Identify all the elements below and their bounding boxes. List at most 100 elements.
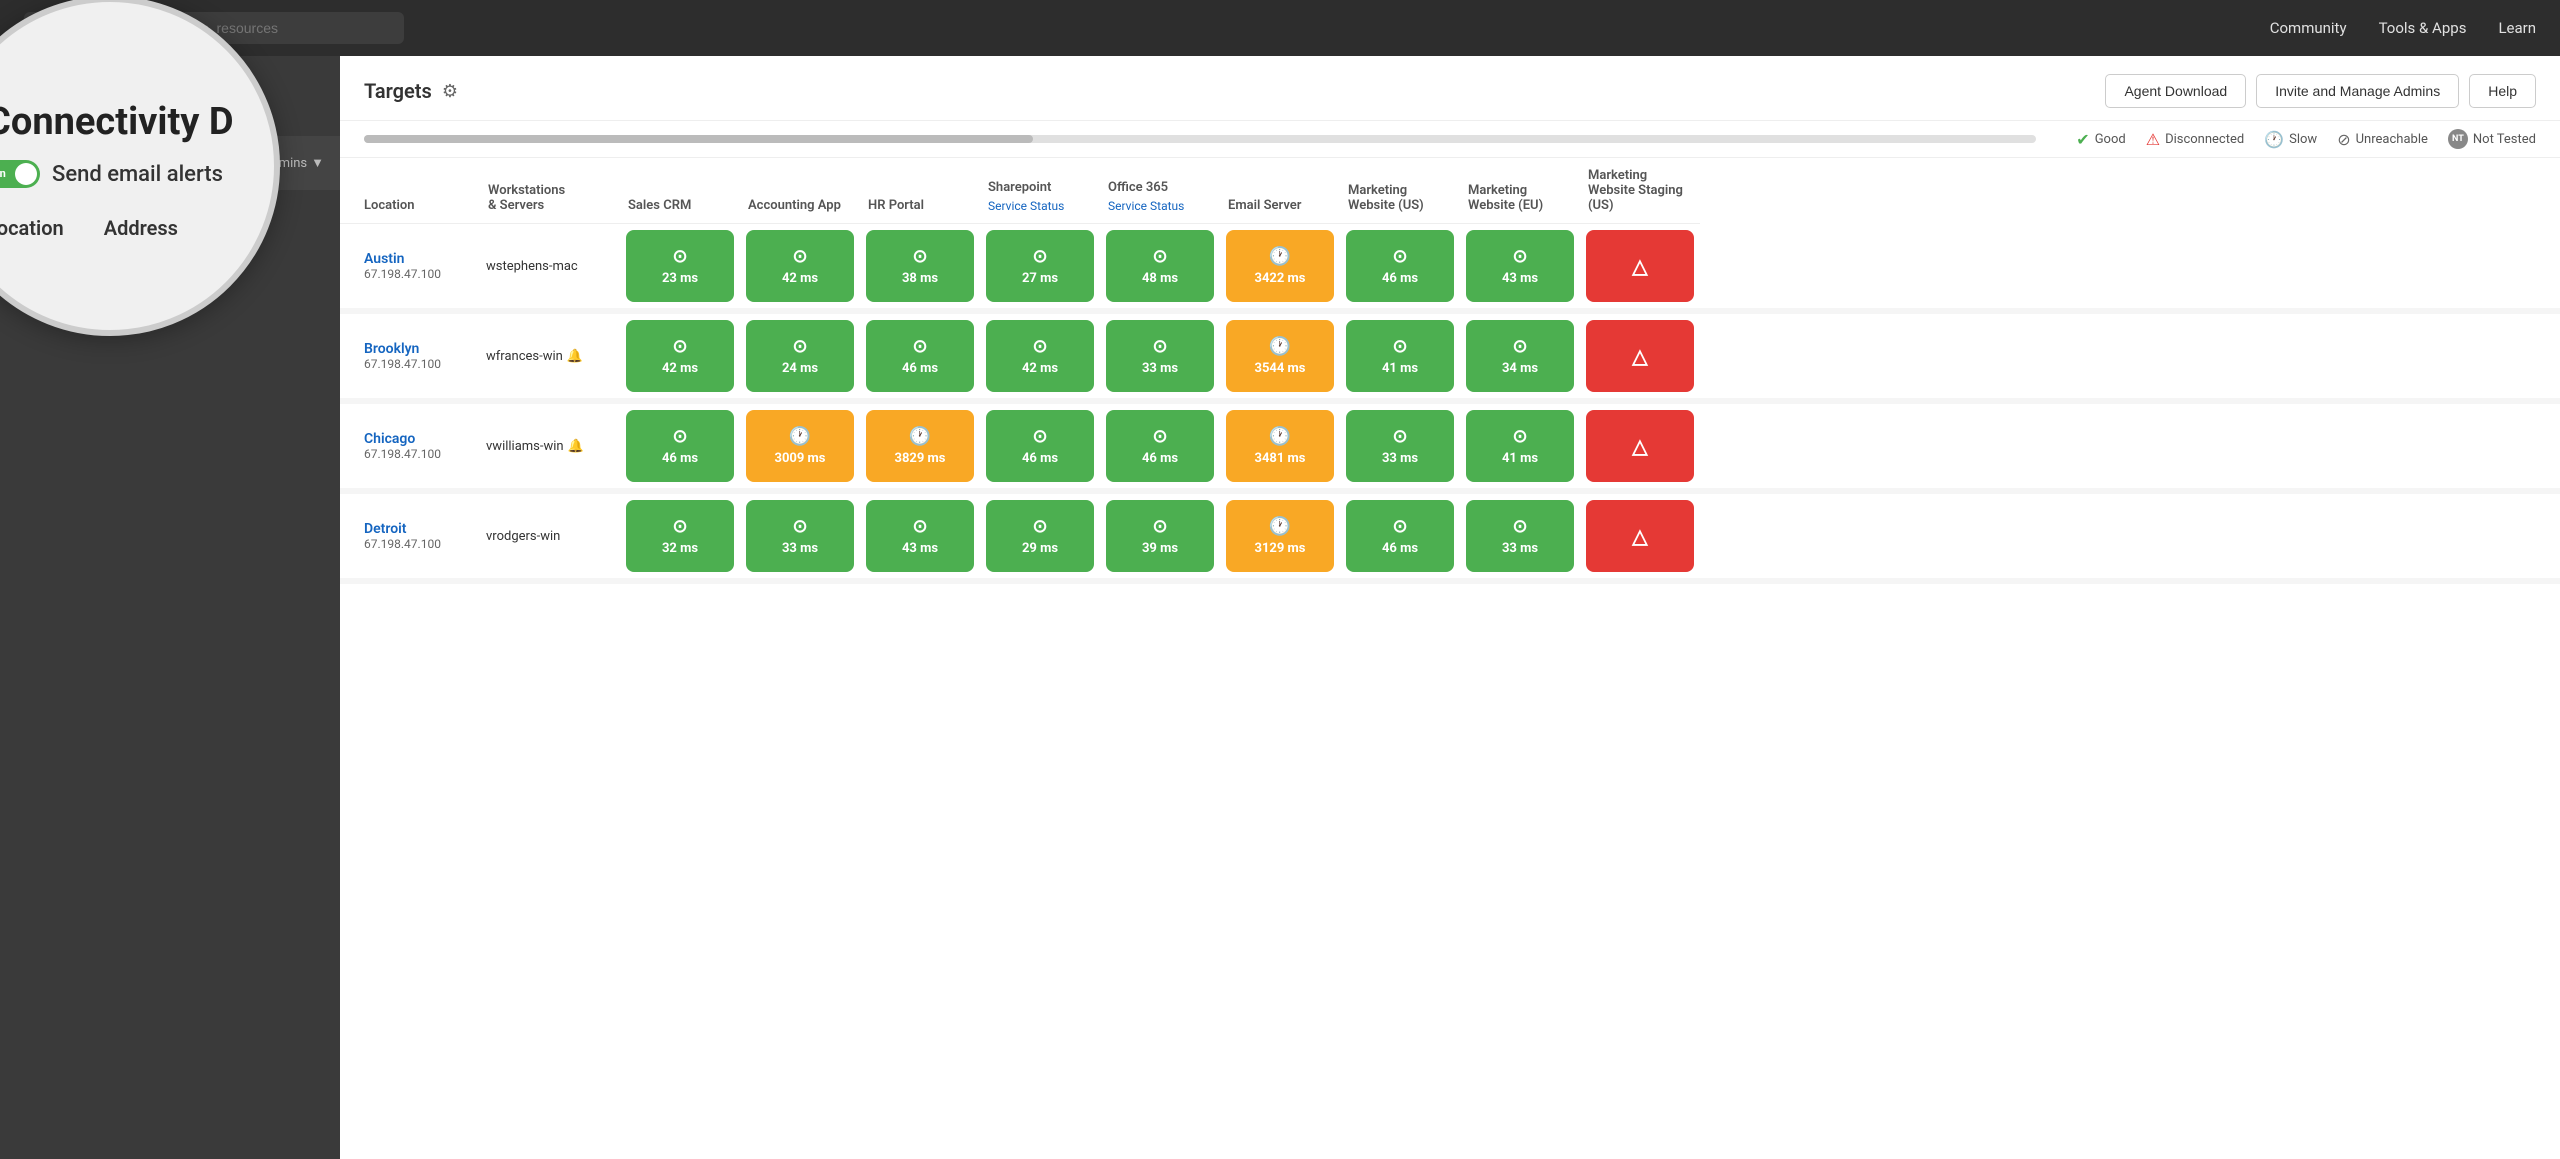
status-cell-yellow[interactable]: 🕐 3009 ms (746, 410, 854, 482)
target-cell[interactable]: △ (1580, 404, 1700, 488)
target-cell[interactable]: ⊙ 46 ms (1340, 224, 1460, 309)
status-cell-green[interactable]: ⊙ 46 ms (1346, 230, 1454, 302)
table-wrapper: Location Workstations & Servers Sales CR… (340, 158, 2560, 584)
workstation-cell: vwilliams-win🔔 (480, 404, 620, 488)
target-cell[interactable]: 🕐 3544 ms (1220, 314, 1340, 398)
status-cell-red[interactable]: △ (1586, 230, 1694, 302)
location-name[interactable]: Brooklyn (364, 341, 474, 357)
status-cell-green[interactable]: ⊙ 33 ms (1466, 500, 1574, 572)
target-cell[interactable]: ⊙ 23 ms (620, 224, 740, 309)
nav-community[interactable]: Community (2270, 19, 2347, 37)
check-icon: ⊙ (1512, 246, 1527, 267)
status-cell-green[interactable]: ⊙ 46 ms (986, 410, 1094, 482)
status-cell-green[interactable]: ⊙ 32 ms (626, 500, 734, 572)
target-cell[interactable]: ⊙ 43 ms (1460, 224, 1580, 309)
target-cell[interactable]: ⊙ 33 ms (1340, 404, 1460, 488)
status-value: 33 ms (1382, 451, 1418, 466)
bell-icon[interactable]: 🔔 (567, 349, 583, 364)
disconnected-icon: ⚠ (2146, 130, 2160, 149)
location-name[interactable]: Detroit (364, 521, 474, 537)
target-cell[interactable]: ⊙ 46 ms (1100, 404, 1220, 488)
status-cell-green[interactable]: ⊙ 27 ms (986, 230, 1094, 302)
status-cell-green[interactable]: ⊙ 42 ms (986, 320, 1094, 392)
target-cell[interactable]: ⊙ 42 ms (740, 224, 860, 309)
status-cell-yellow[interactable]: 🕐 3544 ms (1226, 320, 1334, 392)
target-cell[interactable]: ⊙ 46 ms (1340, 494, 1460, 578)
status-cell-yellow[interactable]: 🕐 3481 ms (1226, 410, 1334, 482)
target-cell[interactable]: 🕐 3829 ms (860, 404, 980, 488)
target-cell[interactable]: 🕐 3422 ms (1220, 224, 1340, 309)
target-cell[interactable]: ⊙ 29 ms (980, 494, 1100, 578)
status-cell-green[interactable]: ⊙ 33 ms (746, 500, 854, 572)
target-cell[interactable]: △ (1580, 314, 1700, 398)
status-cell-green[interactable]: ⊙ 29 ms (986, 500, 1094, 572)
target-cell[interactable]: 🕐 3129 ms (1220, 494, 1340, 578)
status-cell-green[interactable]: ⊙ 42 ms (746, 230, 854, 302)
target-cell[interactable]: ⊙ 42 ms (980, 314, 1100, 398)
check-icon: ⊙ (792, 246, 807, 267)
status-cell-green[interactable]: ⊙ 46 ms (1346, 500, 1454, 572)
target-cell[interactable]: ⊙ 43 ms (860, 494, 980, 578)
nav-tools[interactable]: Tools & Apps (2379, 19, 2467, 37)
target-cell[interactable]: ⊙ 33 ms (1460, 494, 1580, 578)
status-cell-green[interactable]: ⊙ 46 ms (866, 320, 974, 392)
nav-learn[interactable]: Learn (2498, 19, 2536, 37)
target-cell[interactable]: ⊙ 46 ms (860, 314, 980, 398)
check-icon: ⊙ (1032, 516, 1047, 537)
target-cell[interactable]: ⊙ 32 ms (620, 494, 740, 578)
status-cell-green[interactable]: ⊙ 41 ms (1346, 320, 1454, 392)
status-cell-green[interactable]: ⊙ 48 ms (1106, 230, 1214, 302)
target-cell[interactable]: ⊙ 34 ms (1460, 314, 1580, 398)
status-cell-green[interactable]: ⊙ 33 ms (1106, 320, 1214, 392)
status-cell-green[interactable]: ⊙ 42 ms (626, 320, 734, 392)
target-cell[interactable]: 🕐 3481 ms (1220, 404, 1340, 488)
bell-icon[interactable]: 🔔 (568, 439, 584, 454)
location-name[interactable]: Austin (364, 251, 474, 267)
legend-disconnected-label: Disconnected (2165, 132, 2244, 147)
agent-download-button[interactable]: Agent Download (2105, 74, 2246, 108)
location-ip: 67.198.47.100 (364, 357, 474, 371)
target-cell[interactable]: ⊙ 46 ms (620, 404, 740, 488)
target-cell[interactable]: ⊙ 27 ms (980, 224, 1100, 309)
status-cell-yellow[interactable]: 🕐 3129 ms (1226, 500, 1334, 572)
target-cell[interactable]: △ (1580, 494, 1700, 578)
invite-admins-button[interactable]: Invite and Manage Admins (2256, 74, 2459, 108)
th-mw-eu: Marketing Website (EU) (1460, 158, 1580, 224)
settings-icon[interactable]: ⚙ (442, 81, 458, 102)
status-cell-red[interactable]: △ (1586, 320, 1694, 392)
status-cell-green[interactable]: ⊙ 41 ms (1466, 410, 1574, 482)
status-cell-yellow[interactable]: 🕐 3422 ms (1226, 230, 1334, 302)
status-cell-green[interactable]: ⊙ 23 ms (626, 230, 734, 302)
status-cell-green[interactable]: ⊙ 46 ms (1106, 410, 1214, 482)
status-cell-green[interactable]: ⊙ 39 ms (1106, 500, 1214, 572)
target-cell[interactable]: ⊙ 41 ms (1340, 314, 1460, 398)
status-cell-red[interactable]: △ (1586, 410, 1694, 482)
main-layout: Connectivity D On Send email alerts Loca… (0, 56, 2560, 1159)
target-cell[interactable]: ⊙ 33 ms (740, 494, 860, 578)
status-cell-green[interactable]: ⊙ 43 ms (1466, 230, 1574, 302)
status-cell-red[interactable]: △ (1586, 500, 1694, 572)
sharepoint-service-status[interactable]: Service Status (988, 199, 1092, 213)
status-cell-green[interactable]: ⊙ 43 ms (866, 500, 974, 572)
email-alert-toggle[interactable]: On (0, 160, 40, 188)
status-cell-green[interactable]: ⊙ 46 ms (626, 410, 734, 482)
target-cell[interactable]: ⊙ 39 ms (1100, 494, 1220, 578)
target-cell[interactable]: ⊙ 42 ms (620, 314, 740, 398)
location-name[interactable]: Chicago (364, 431, 474, 447)
check-icon: ⊙ (672, 336, 687, 357)
target-cell[interactable]: ⊙ 38 ms (860, 224, 980, 309)
target-cell[interactable]: ⊙ 46 ms (980, 404, 1100, 488)
target-cell[interactable]: 🕐 3009 ms (740, 404, 860, 488)
help-button[interactable]: Help (2469, 74, 2536, 108)
office365-service-status[interactable]: Service Status (1108, 199, 1212, 213)
target-cell[interactable]: ⊙ 41 ms (1460, 404, 1580, 488)
status-cell-green[interactable]: ⊙ 34 ms (1466, 320, 1574, 392)
target-cell[interactable]: ⊙ 24 ms (740, 314, 860, 398)
target-cell[interactable]: ⊙ 33 ms (1100, 314, 1220, 398)
target-cell[interactable]: △ (1580, 224, 1700, 309)
status-cell-green[interactable]: ⊙ 24 ms (746, 320, 854, 392)
status-cell-yellow[interactable]: 🕐 3829 ms (866, 410, 974, 482)
status-cell-green[interactable]: ⊙ 38 ms (866, 230, 974, 302)
target-cell[interactable]: ⊙ 48 ms (1100, 224, 1220, 309)
status-cell-green[interactable]: ⊙ 33 ms (1346, 410, 1454, 482)
